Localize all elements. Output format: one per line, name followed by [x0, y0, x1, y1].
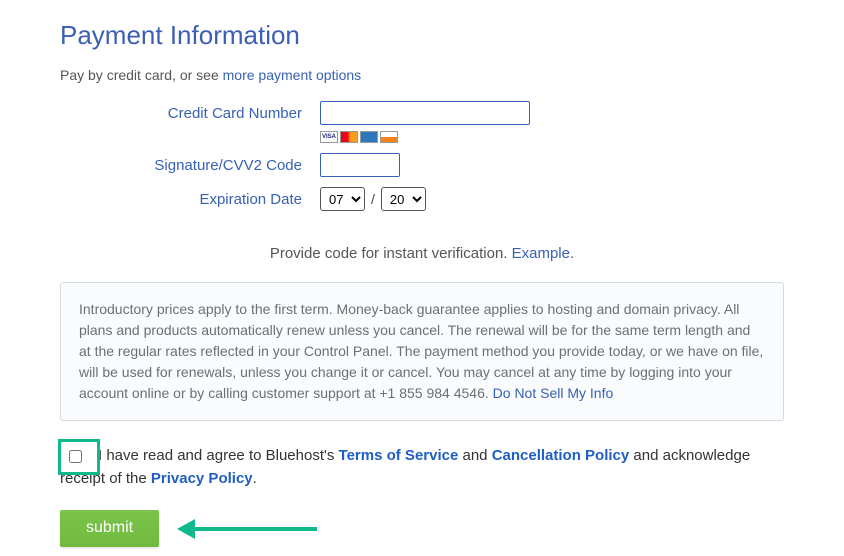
cancellation-link[interactable]: Cancellation Policy [492, 447, 630, 464]
verify-prefix: Provide code for instant verification. [270, 245, 512, 262]
cc-input[interactable] [320, 101, 530, 125]
cvv-label: Signature/CVV2 Code [60, 157, 320, 174]
submit-button[interactable]: submit [60, 510, 159, 547]
exp-wrap: 07 / 20 [320, 187, 426, 211]
agree-checkbox[interactable] [69, 450, 82, 463]
cc-row: Credit Card Number [60, 101, 784, 125]
exp-year-select[interactable]: 20 [381, 187, 426, 211]
exp-separator: / [371, 191, 375, 207]
disclaimer-box: Introductory prices apply to the first t… [60, 282, 784, 421]
verify-text: Provide code for instant verification. E… [60, 245, 784, 262]
agree-t4: . [253, 470, 257, 487]
exp-label: Expiration Date [60, 191, 320, 208]
card-icons: VISA [320, 131, 784, 143]
exp-row: Expiration Date 07 / 20 [60, 187, 784, 211]
agree-t2: and [458, 447, 491, 464]
exp-month-select[interactable]: 07 [320, 187, 365, 211]
verify-suffix: . [570, 245, 574, 262]
do-not-sell-link[interactable]: Do Not Sell My Info [493, 385, 614, 401]
intro-text: Pay by credit card, or see more payment … [60, 67, 784, 83]
intro-prefix: Pay by credit card, or see [60, 67, 223, 83]
cvv-row: Signature/CVV2 Code [60, 153, 784, 177]
discover-icon [380, 131, 398, 143]
cvv-input[interactable] [320, 153, 400, 177]
cc-label: Credit Card Number [60, 105, 320, 122]
privacy-link[interactable]: Privacy Policy [151, 470, 253, 487]
agree-row: I have read and agree to Bluehost's Term… [60, 445, 784, 490]
mastercard-icon [340, 131, 358, 143]
page-title: Payment Information [60, 20, 784, 51]
more-payment-options-link[interactable]: more payment options [223, 67, 362, 83]
agree-t1: I have read and agree to Bluehost's [98, 447, 339, 464]
arrow-line [189, 527, 317, 531]
arrow-annotation [177, 521, 317, 537]
disclaimer-text: Introductory prices apply to the first t… [79, 301, 763, 401]
amex-icon [360, 131, 378, 143]
visa-icon: VISA [320, 131, 338, 143]
tos-link[interactable]: Terms of Service [339, 447, 459, 464]
example-link[interactable]: Example [512, 245, 570, 262]
submit-row: submit [60, 510, 784, 547]
